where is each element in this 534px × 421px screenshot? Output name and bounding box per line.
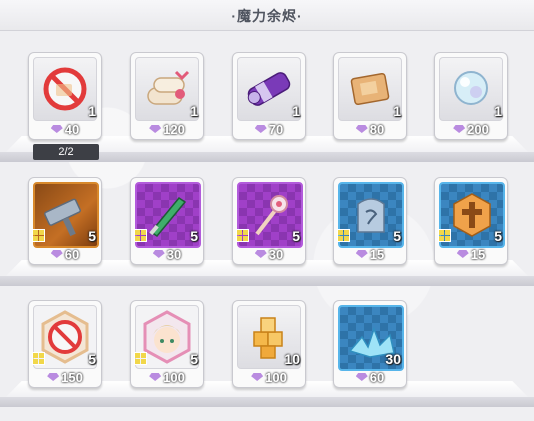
item-price: 80 [334,122,406,137]
shop-item-character-portrait[interactable]: 5 100 [130,300,204,388]
item-price: 15 [435,247,507,262]
shop-item-tome[interactable]: 1 80 [333,52,407,140]
shop-item-rune-tablet[interactable]: 5 15 [333,177,407,265]
item-quantity: 5 [393,228,401,244]
shop-title: ·魔力余烬· [231,8,303,24]
shop-item-cross-emblem[interactable]: 5 15 [434,177,508,265]
item-price: 100 [131,370,203,385]
title-bar: ·魔力余烬· [0,0,534,31]
item-price: 150 [29,370,101,385]
gem-icon [149,125,162,133]
cube-icon [134,229,147,242]
gem-icon [355,373,368,381]
item-price: 100 [233,370,305,385]
shop-item-purple-scroll[interactable]: 1 70 [232,52,306,140]
shop-item-gold-blocks[interactable]: 10 100 [232,300,306,388]
item-quantity: 1 [393,103,401,119]
cube-icon [337,229,350,242]
gem-icon [149,373,162,381]
item-price: 40 [29,122,101,137]
item-quantity: 1 [292,103,300,119]
item-quantity: 1 [494,103,502,119]
gem-icon [355,125,368,133]
shop-item-no-entry[interactable]: 1 40 [28,52,102,140]
gem-icon [152,250,165,258]
gem-icon [50,125,63,133]
item-price: 15 [334,247,406,262]
item-price: 120 [131,122,203,137]
gem-icon [50,250,63,258]
item-quantity: 5 [190,351,198,367]
shop-item-crystal-orb[interactable]: 1 200 [434,52,508,140]
cube-icon [32,352,45,365]
item-price: 60 [334,370,406,385]
item-quantity: 30 [385,351,401,367]
item-quantity: 5 [494,228,502,244]
item-price: 70 [233,122,305,137]
gem-icon [47,373,60,381]
item-quantity: 1 [190,103,198,119]
cube-icon [236,229,249,242]
cube-icon [134,352,147,365]
shop-item-blue-crystal-shards[interactable]: 30 60 [333,300,407,388]
shop-item-flower-scepter[interactable]: 5 30 [232,177,306,265]
item-quantity: 5 [88,228,96,244]
gem-icon [355,250,368,258]
shop-item-green-dagger[interactable]: 5 30 [130,177,204,265]
cube-icon [438,229,451,242]
item-quantity: 5 [292,228,300,244]
item-quantity: 1 [88,103,96,119]
shop-item-no-entry-hex[interactable]: 5 150 [28,300,102,388]
shop-item-scroll-bundle[interactable]: 1 120 [130,52,204,140]
item-quantity: 10 [284,351,300,367]
cube-icon [32,229,45,242]
item-price: 30 [131,247,203,262]
gem-icon [453,125,466,133]
gem-icon [254,250,267,258]
item-price: 60 [29,247,101,262]
gem-icon [254,125,267,133]
gem-icon [251,373,264,381]
item-quantity: 5 [190,228,198,244]
gem-icon [456,250,469,258]
item-quantity: 5 [88,351,96,367]
shop-item-bronze-hammer[interactable]: 5 60 [28,177,102,265]
purchase-limit-badge: 2/2 [33,144,99,160]
item-price: 200 [435,122,507,137]
item-price: 30 [233,247,305,262]
